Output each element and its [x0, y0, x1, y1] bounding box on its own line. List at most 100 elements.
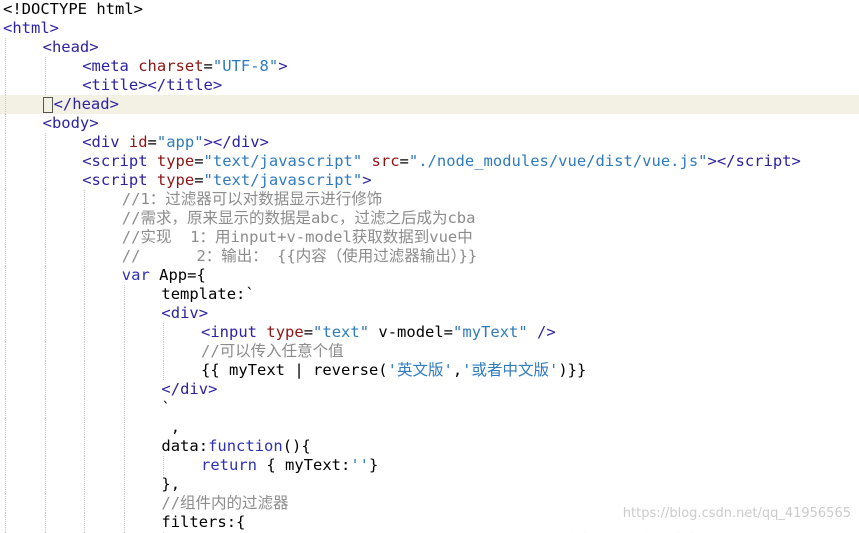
indent-guide	[5, 228, 6, 247]
code-token-bracket: <	[161, 304, 171, 322]
indent-guide	[5, 38, 6, 57]
code-line[interactable]: </div>	[0, 380, 859, 399]
indent-guide	[44, 380, 46, 399]
indent-guide	[44, 475, 46, 494]
code-line[interactable]: <script type="text/javascript" src="./no…	[0, 152, 859, 171]
code-line[interactable]: <div>	[0, 304, 859, 323]
code-line[interactable]: {{ myText | reverse('英文版','或者中文版')}}	[0, 361, 859, 380]
code-lines: <!DOCTYPE html> <html> <head> <meta charset…	[0, 0, 859, 533]
code-token-plain: }	[369, 456, 379, 474]
code-line[interactable]: <input type="text" v-model="myText" />	[0, 323, 859, 342]
code-token-plain: { myText:	[257, 456, 351, 474]
indent-guide	[44, 361, 46, 380]
code-line[interactable]: <!DOCTYPE html>	[0, 0, 859, 19]
code-token-bracket: <	[82, 152, 92, 170]
indent-guide	[5, 475, 6, 494]
code-token-bracket: />	[527, 323, 556, 341]
code-line[interactable]: return { myText:''}	[0, 456, 859, 475]
indent-guide	[84, 494, 86, 513]
code-line[interactable]: //1：过滤器可以对数据显示进行修饰	[0, 190, 859, 209]
code-token-attr: charset	[138, 57, 204, 75]
code-line-content: <html>	[3, 19, 59, 38]
code-token-plain: (){	[282, 437, 311, 455]
code-token-bracket: >	[89, 38, 99, 56]
indent-guide	[84, 437, 86, 456]
indent-guide	[84, 323, 86, 342]
code-token-attr: type	[266, 323, 304, 341]
code-token-tag: div	[170, 304, 199, 322]
indent-guide	[5, 285, 6, 304]
code-line[interactable]: template:`	[0, 285, 859, 304]
code-token-bracket: >	[791, 152, 801, 170]
code-line-content: //1：过滤器可以对数据显示进行修饰	[122, 190, 383, 209]
code-line-content: `	[161, 399, 170, 418]
indent-guide	[5, 266, 6, 285]
code-token-plain: v-model=	[369, 323, 454, 341]
code-token-plain: template:`	[161, 285, 255, 303]
code-line-content: // 2：输出： {{内容（使用过滤器输出）}}	[122, 247, 477, 266]
code-token-tag: meta	[91, 57, 129, 75]
code-token-tag: script	[91, 152, 148, 170]
code-editor[interactable]: <!DOCTYPE html> <html> <head> <meta charset…	[0, 0, 859, 533]
code-line[interactable]: <meta charset="UTF-8">	[0, 57, 859, 76]
code-line-content: <body>	[43, 114, 99, 133]
code-line[interactable]: //实现 1：用input+v-model获取数据到vue中	[0, 228, 859, 247]
indent-guide	[44, 57, 46, 76]
code-token-bracket: ></	[138, 76, 167, 94]
code-line[interactable]: },	[0, 475, 859, 494]
code-token-bracket: >	[259, 133, 269, 151]
code-token-bracket: </	[161, 380, 181, 398]
code-line-content: },	[161, 475, 180, 494]
indent-guide	[5, 456, 6, 475]
code-token-plain: =	[203, 57, 213, 75]
indent-guide	[44, 304, 46, 323]
code-token-bracket: <	[82, 171, 92, 189]
indent-guide	[84, 418, 86, 437]
code-token-string: "text/javascript"	[203, 171, 363, 189]
code-line[interactable]: <title></title>	[0, 76, 859, 95]
indent-guide	[5, 190, 6, 209]
indent-guide	[123, 437, 125, 456]
code-token-plain: filters:{	[161, 513, 246, 531]
code-line[interactable]: <head>	[0, 38, 859, 57]
code-line[interactable]: //可以传入任意个值	[0, 342, 859, 361]
code-line[interactable]: <body>	[0, 114, 859, 133]
code-line[interactable]: `	[0, 399, 859, 418]
code-token-bracket: >	[198, 304, 209, 322]
indent-guide	[44, 437, 46, 456]
indent-guide	[5, 76, 6, 95]
code-token-tag: script	[91, 171, 148, 189]
code-token-comment: //需求，原来显示的数据是abc，过滤之后成为cba	[121, 209, 476, 227]
indent-guide	[44, 399, 46, 418]
indent-guide	[84, 361, 86, 380]
code-token-bracket: <	[201, 323, 211, 341]
indent-guide	[5, 399, 6, 418]
code-line[interactable]: var App={	[0, 266, 859, 285]
indent-guide	[44, 513, 46, 532]
indent-guide	[84, 304, 86, 323]
code-line-content: template:`	[161, 285, 254, 304]
code-token-attr: id	[128, 133, 148, 151]
code-token-bracket: >	[49, 19, 60, 37]
code-token-plain: =	[303, 323, 314, 341]
indent-guide	[44, 266, 46, 285]
indent-guide	[84, 266, 86, 285]
code-token-plain: )}}	[558, 361, 587, 379]
code-line-content: <!DOCTYPE html>	[3, 0, 143, 19]
code-token-string: "./node_modules/vue/dist/vue.js"	[408, 152, 708, 170]
code-line[interactable]: <script type="text/javascript">	[0, 171, 859, 190]
code-line-content: ,	[161, 418, 180, 437]
code-line[interactable]: //需求，原来显示的数据是abc，过滤之后成为cba	[0, 209, 859, 228]
code-line[interactable]: ,	[0, 418, 859, 437]
code-line[interactable]: <html>	[0, 19, 859, 38]
code-line[interactable]: <div id="app"></div>	[0, 133, 859, 152]
code-line[interactable]: data:function(){	[0, 437, 859, 456]
code-token-tag: script	[735, 152, 792, 170]
indent-guide	[44, 418, 46, 437]
indent-guide	[5, 209, 6, 228]
code-line[interactable]: // 2：输出： {{内容（使用过滤器输出）}}	[0, 247, 859, 266]
indent-guide	[5, 247, 6, 266]
code-token-bracket: <	[3, 19, 13, 37]
code-line[interactable]: </head>	[0, 95, 859, 114]
